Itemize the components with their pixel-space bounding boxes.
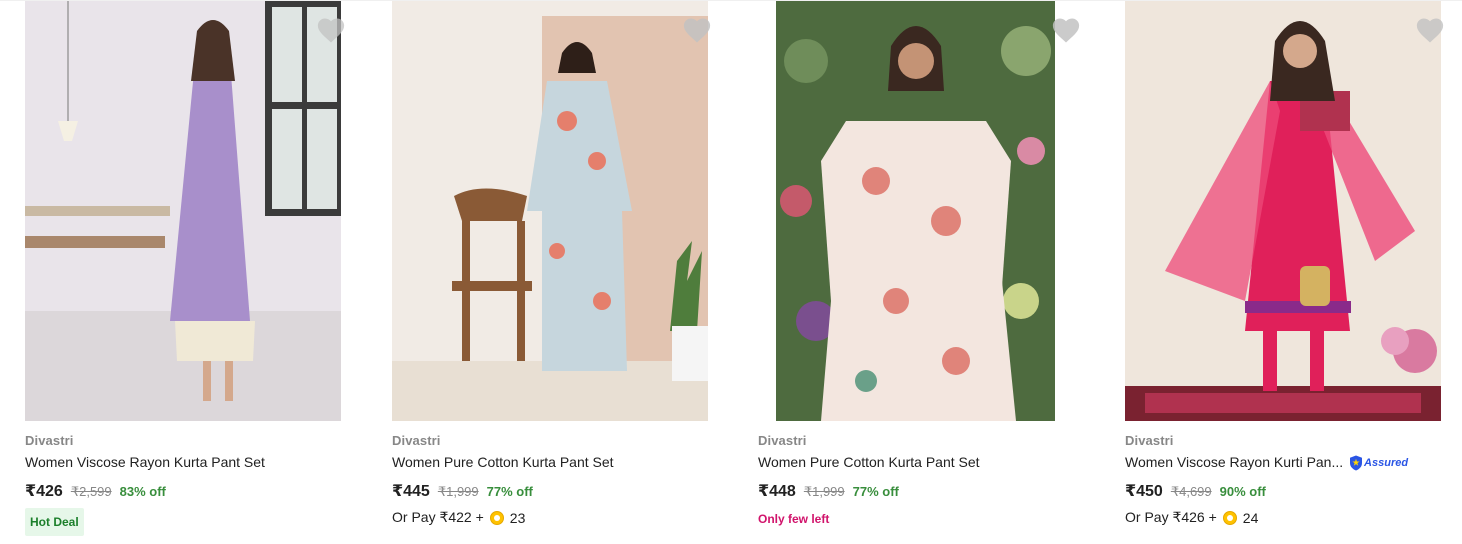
pay-amount-text: Or Pay ₹422 + — [392, 509, 484, 525]
original-price: ₹1,999 — [803, 484, 845, 499]
supercoin-icon — [1222, 510, 1237, 525]
assured-badge: Assured — [1349, 455, 1408, 471]
product-title-row[interactable]: Women Viscose Rayon Kurti Pan... Assured — [1125, 454, 1408, 471]
product-brand: Divastri — [392, 433, 441, 448]
original-price: ₹2,599 — [70, 484, 112, 499]
wishlist-heart-icon[interactable] — [316, 16, 346, 44]
product-title[interactable]: Women Pure Cotton Kurta Pant Set — [392, 454, 614, 470]
discount-percent: 77% off — [486, 484, 533, 499]
supercoin-icon — [489, 510, 504, 525]
product-brand: Divastri — [25, 433, 74, 448]
product-image[interactable] — [1125, 1, 1441, 421]
selling-price: ₹426 — [25, 483, 63, 500]
product-card[interactable]: Divastri Women Viscose Rayon Kurti Pan..… — [1125, 0, 1455, 544]
price-row: ₹426 ₹2,599 83% off — [25, 481, 166, 501]
selling-price: ₹448 — [758, 483, 796, 500]
hot-deal-badge: Hot Deal — [25, 508, 84, 536]
original-price: ₹4,699 — [1170, 484, 1212, 499]
product-image[interactable] — [25, 1, 341, 421]
price-row: ₹450 ₹4,699 90% off — [1125, 481, 1266, 501]
coin-count: 23 — [509, 509, 526, 526]
product-card[interactable]: Divastri Women Viscose Rayon Kurta Pant … — [25, 0, 355, 544]
product-card[interactable]: Divastri Women Pure Cotton Kurta Pant Se… — [758, 0, 1088, 544]
product-image[interactable] — [392, 1, 708, 421]
discount-percent: 77% off — [852, 484, 899, 499]
selling-price: ₹445 — [392, 483, 430, 500]
discount-percent: 90% off — [1219, 484, 1266, 499]
wishlist-heart-icon[interactable] — [1415, 16, 1445, 44]
price-row: ₹445 ₹1,999 77% off — [392, 481, 533, 501]
discount-percent: 83% off — [119, 484, 166, 499]
assured-label: Assured — [1364, 457, 1409, 470]
product-title[interactable]: Women Viscose Rayon Kurti Pan... — [1125, 454, 1343, 470]
pay-with-coins-row: Or Pay ₹426 + 24 — [1125, 509, 1258, 526]
product-title[interactable]: Women Pure Cotton Kurta Pant Set — [758, 454, 980, 470]
wishlist-heart-icon[interactable] — [1051, 16, 1081, 44]
selling-price: ₹450 — [1125, 483, 1163, 500]
product-brand: Divastri — [1125, 433, 1174, 448]
wishlist-heart-icon[interactable] — [682, 16, 712, 44]
product-image[interactable] — [776, 1, 1055, 421]
product-brand: Divastri — [758, 433, 807, 448]
product-card[interactable]: Divastri Women Pure Cotton Kurta Pant Se… — [392, 0, 722, 544]
stock-warning: Only few left — [758, 512, 830, 526]
assured-shield-icon — [1350, 455, 1363, 471]
original-price: ₹1,999 — [437, 484, 479, 499]
product-title[interactable]: Women Viscose Rayon Kurta Pant Set — [25, 454, 265, 470]
pay-with-coins-row: Or Pay ₹422 + 23 — [392, 509, 525, 526]
coin-count: 24 — [1242, 509, 1259, 526]
price-row: ₹448 ₹1,999 77% off — [758, 481, 899, 501]
pay-amount-text: Or Pay ₹426 + — [1125, 509, 1217, 525]
